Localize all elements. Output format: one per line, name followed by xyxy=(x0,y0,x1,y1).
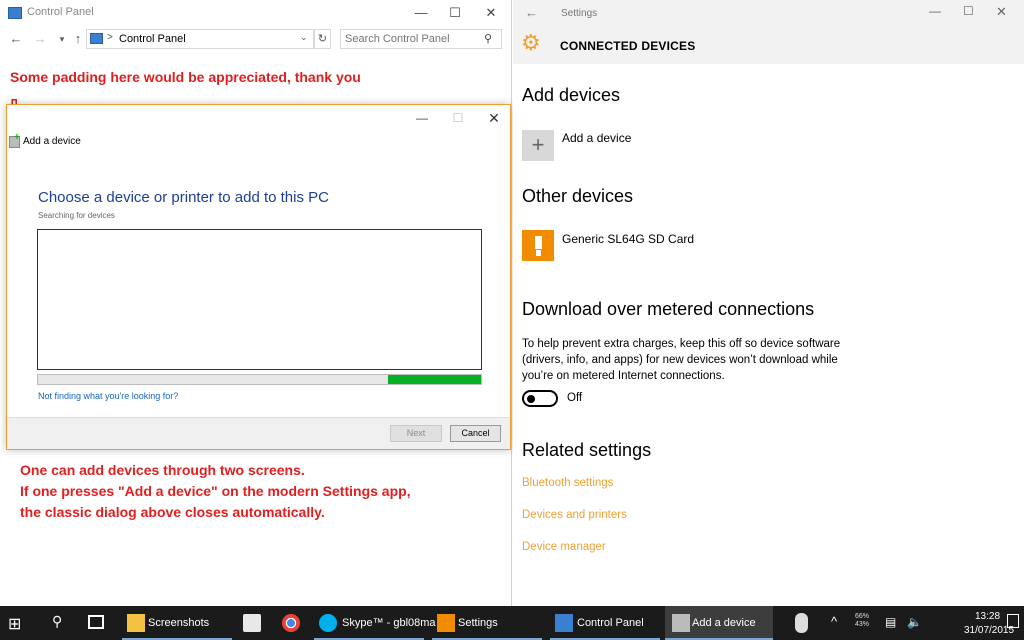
up-arrow-icon[interactable]: ↑ xyxy=(70,31,86,47)
section-heading: Related settings xyxy=(522,440,652,460)
taskbar-item-add-device[interactable]: Add a device xyxy=(692,617,756,629)
plus-icon[interactable]: + xyxy=(522,130,554,161)
gear-icon: ⚙ xyxy=(521,30,541,55)
control-panel-icon[interactable] xyxy=(555,614,573,632)
taskbar-item-control-panel[interactable]: Control Panel xyxy=(577,617,644,629)
store-icon[interactable] xyxy=(243,614,261,632)
maximize-button: ☐ xyxy=(452,111,464,125)
control-panel-icon xyxy=(8,7,22,19)
window-title: Settings xyxy=(561,8,598,19)
taskbar-item-skype[interactable]: Skype™ - gbl08ma xyxy=(342,617,436,629)
back-arrow-icon[interactable]: ← xyxy=(8,31,24,47)
maximize-button[interactable]: ☐ xyxy=(438,0,472,26)
clock-time[interactable]: 13:28 xyxy=(975,611,1000,622)
breadcrumb-separator-icon[interactable]: > xyxy=(107,32,113,43)
annotation-text: Some padding here would be appreciated, … xyxy=(10,69,361,85)
dialog-heading: Choose a device or printer to add to thi… xyxy=(38,189,329,206)
chevron-up-icon[interactable]: ^ xyxy=(831,614,837,629)
maximize-button[interactable]: ☐ xyxy=(963,4,974,18)
network-icon[interactable]: ▤ xyxy=(885,615,896,629)
search-icon[interactable]: ⚲ xyxy=(52,613,62,630)
sd-card-glyph xyxy=(535,236,542,249)
dialog-title: Add a device xyxy=(23,136,81,147)
device-item[interactable]: Generic SL64G SD Card xyxy=(562,232,694,246)
forward-arrow-icon[interactable]: → xyxy=(32,31,48,47)
skype-icon[interactable] xyxy=(319,614,337,632)
help-link[interactable]: Not finding what you're looking for? xyxy=(38,391,178,401)
page-title: CONNECTED DEVICES xyxy=(560,39,696,53)
minimize-button[interactable]: — xyxy=(929,4,941,18)
progress-bar xyxy=(37,374,482,385)
close-button[interactable]: ✕ xyxy=(479,107,509,129)
annotation-line: One can add devices through two screens. xyxy=(20,462,305,478)
back-arrow-icon[interactable]: ← xyxy=(525,5,538,20)
settings-window: ← Settings — ☐ ✕ ⚙ CONNECTED DEVICES Add… xyxy=(513,0,1024,606)
toggle-knob xyxy=(527,395,535,403)
section-heading: Add devices xyxy=(522,85,621,105)
add-device-icon[interactable] xyxy=(672,614,690,632)
folder-icon[interactable] xyxy=(127,614,145,632)
settings-icon[interactable] xyxy=(437,614,455,632)
breadcrumb[interactable]: Control Panel xyxy=(119,33,186,45)
mouse-icon[interactable] xyxy=(795,613,808,633)
notification-icon[interactable] xyxy=(1007,614,1019,628)
task-view-icon[interactable] xyxy=(88,615,104,629)
taskbar-item-settings[interactable]: Settings xyxy=(458,617,498,629)
devices-and-printers-link[interactable]: Devices and printers xyxy=(522,509,627,521)
taskbar-item-screenshots[interactable]: Screenshots xyxy=(148,617,209,629)
device-manager-link[interactable]: Device manager xyxy=(522,541,606,553)
toggle-state-label: Off xyxy=(567,392,583,404)
chevron-down-icon[interactable]: ⌄ xyxy=(300,32,308,43)
section-heading: Other devices xyxy=(522,186,634,206)
annotation-line: the classic dialog above closes automati… xyxy=(20,504,325,520)
close-button[interactable]: ✕ xyxy=(996,4,1007,20)
cancel-button[interactable]: Cancel xyxy=(450,425,501,442)
next-button[interactable]: Next xyxy=(390,425,442,442)
minimize-button[interactable]: — xyxy=(404,0,438,26)
annotation-line: If one presses "Add a device" on the mod… xyxy=(20,483,411,499)
device-list[interactable] xyxy=(37,229,482,370)
plus-icon: + xyxy=(14,132,20,143)
recent-locations-icon[interactable]: ▾ xyxy=(54,31,70,47)
volume-icon[interactable]: 🔈 xyxy=(907,615,922,629)
section-heading: Download over metered connections xyxy=(522,299,815,319)
add-device-button[interactable]: Add a device xyxy=(562,131,631,145)
window-title: Control Panel xyxy=(27,6,94,18)
windows-start-icon[interactable]: ⊞ xyxy=(8,614,21,634)
add-device-dialog: — ☐ ✕ + Add a device Choose a device or … xyxy=(6,104,511,450)
control-panel-icon xyxy=(90,33,103,44)
annotation-text: One can add devices through two screens.… xyxy=(20,460,500,523)
refresh-button[interactable]: ↻ xyxy=(314,29,331,49)
close-button[interactable]: ✕ xyxy=(474,0,508,26)
bluetooth-settings-link[interactable]: Bluetooth settings xyxy=(522,477,613,489)
sd-card-glyph xyxy=(536,250,541,256)
progress-fill xyxy=(388,375,481,384)
chrome-icon[interactable] xyxy=(282,614,300,632)
search-input[interactable] xyxy=(345,31,480,47)
search-icon[interactable]: ⚲ xyxy=(484,32,492,45)
tray-status-readout[interactable]: 66% 43% xyxy=(855,613,869,629)
control-panel-window: Control Panel — ☐ ✕ ← → ▾ ↑ > Control Pa… xyxy=(0,0,512,606)
minimize-button[interactable]: — xyxy=(407,107,437,129)
search-status: Searching for devices xyxy=(38,211,115,220)
metered-description: To help prevent extra charges, keep this… xyxy=(522,338,841,382)
